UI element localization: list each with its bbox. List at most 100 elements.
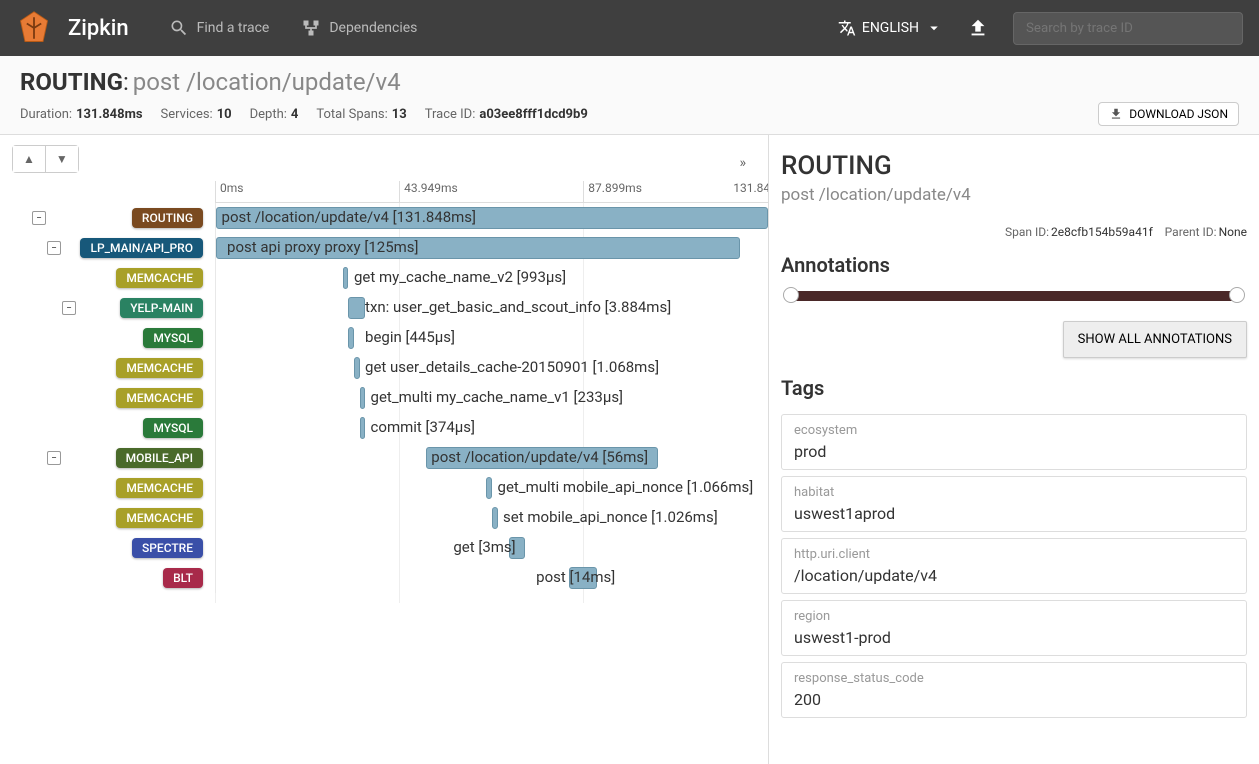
tree-column: − ROUTING − LP_MAIN/API_PRO MEMCACHE − YELP-MA… [10, 181, 215, 593]
nav-find-trace-label: Find a trace [197, 20, 270, 36]
span-ids: Span ID:2e8cfb154b59a41f Parent ID:None [781, 225, 1247, 239]
tree-row[interactable]: BLT [10, 563, 215, 593]
annotation-timeline[interactable] [791, 291, 1237, 301]
tag-value: uswest1aprod [794, 504, 1234, 523]
span-bar-label: commit [374µs] [371, 418, 475, 436]
brand-name: Zipkin [68, 16, 129, 41]
tree-row[interactable]: − MOBILE_API [10, 443, 215, 473]
span-bar-row[interactable]: post /location/update/v4 [131.848ms] [215, 203, 768, 233]
span-bar-row[interactable]: post api proxy proxy [125ms] [215, 233, 768, 263]
translate-icon [838, 19, 856, 37]
language-label: ENGLISH [862, 20, 919, 36]
expand-panel-button[interactable]: » [733, 149, 752, 177]
tree-row[interactable]: MEMCACHE [10, 263, 215, 293]
span-bar-row[interactable]: commit [374µs] [215, 413, 768, 443]
dependencies-icon [301, 18, 321, 38]
nav-find-trace[interactable]: Find a trace [169, 18, 270, 38]
service-chip: MYSQL [143, 328, 203, 348]
collapse-all-button[interactable]: ▲ [13, 146, 46, 172]
tag-item: habitat uswest1aprod [781, 476, 1247, 532]
tree-row[interactable]: MEMCACHE [10, 503, 215, 533]
service-chip: ROUTING [132, 208, 203, 228]
tags-heading: Tags [781, 376, 1247, 400]
tree-row[interactable]: − YELP-MAIN [10, 293, 215, 323]
tree-row[interactable]: − ROUTING [10, 203, 215, 233]
span-bar[interactable] [348, 297, 365, 319]
search-icon [169, 18, 189, 38]
download-json-button[interactable]: DOWNLOAD JSON [1098, 102, 1239, 126]
annotation-end-dot[interactable] [1229, 287, 1245, 303]
service-chip: MEMCACHE [116, 268, 203, 288]
nav-dependencies-label: Dependencies [329, 20, 417, 36]
span-bar-row[interactable]: get my_cache_name_v2 [993µs] [215, 263, 768, 293]
chart-column: 0ms 43.949ms 87.899ms 131.848ms post /lo… [215, 181, 768, 593]
tag-value: uswest1-prod [794, 628, 1234, 647]
tree-row[interactable]: MYSQL [10, 413, 215, 443]
nav-dependencies[interactable]: Dependencies [301, 18, 417, 38]
span-bar-label: get_multi my_cache_name_v1 [233µs] [371, 388, 624, 406]
search-input[interactable] [1013, 12, 1243, 45]
tree-row[interactable]: MEMCACHE [10, 473, 215, 503]
trace-service: ROUTING [20, 68, 123, 96]
app-header: Zipkin Find a trace Dependencies ENGLISH [0, 0, 1259, 56]
annotations-heading: Annotations [781, 253, 1247, 277]
tree-row[interactable]: SPECTRE [10, 533, 215, 563]
span-bar-label: get my_cache_name_v2 [993µs] [354, 268, 566, 286]
tree-toggle[interactable]: − [47, 241, 61, 255]
tag-key: http.uri.client [794, 547, 1234, 562]
tree-row[interactable]: MEMCACHE [10, 383, 215, 413]
language-selector[interactable]: ENGLISH [838, 19, 943, 37]
span-bar-row[interactable]: get_multi mobile_api_nonce [1.066ms] [215, 473, 768, 503]
service-chip: SPECTRE [132, 538, 203, 558]
service-chip: LP_MAIN/API_PRO [80, 238, 203, 258]
tags-list: ecosystemprodhabitatuswest1aprodhttp.uri… [781, 414, 1247, 718]
tag-value: /location/update/v4 [794, 566, 1234, 585]
span-bar-row[interactable]: txn: user_get_basic_and_scout_info [3.88… [215, 293, 768, 323]
span-bar-row[interactable]: post [14ms] [215, 563, 768, 593]
span-bar-row[interactable]: set mobile_api_nonce [1.026ms] [215, 503, 768, 533]
span-bar[interactable] [354, 357, 360, 379]
tag-value: 200 [794, 690, 1234, 709]
span-bar-label: get [3ms] [453, 538, 515, 556]
expand-all-button[interactable]: ▼ [46, 146, 78, 172]
service-chip: MEMCACHE [116, 358, 203, 378]
trace-meta: Duration:131.848ms Services:10 Depth:4 T… [20, 102, 1239, 126]
tree-row[interactable]: − LP_MAIN/API_PRO [10, 233, 215, 263]
upload-icon[interactable] [967, 17, 989, 39]
trace-span-name: post /location/update/v4 [133, 68, 401, 96]
tree-toggle[interactable]: − [62, 301, 76, 315]
span-bar[interactable] [360, 387, 366, 409]
span-bar-row[interactable]: get user_details_cache-20150901 [1.068ms… [215, 353, 768, 383]
download-icon [1109, 107, 1123, 121]
tag-item: region uswest1-prod [781, 600, 1247, 656]
annotation-start-dot[interactable] [783, 287, 799, 303]
tree-toggle[interactable]: − [32, 211, 46, 225]
chevron-down-icon [925, 19, 943, 37]
tag-item: response_status_code 200 [781, 662, 1247, 718]
span-bar-row[interactable]: get_multi my_cache_name_v1 [233µs] [215, 383, 768, 413]
span-bar-label: post [14ms] [536, 568, 615, 586]
tree-row[interactable]: MYSQL [10, 323, 215, 353]
tree-toggle[interactable]: − [47, 451, 61, 465]
span-bar-row[interactable]: get [3ms] [215, 533, 768, 563]
span-bar[interactable] [492, 507, 498, 529]
trace-title: ROUTING: post /location/update/v4 [20, 68, 1239, 96]
span-bar-label: get_multi mobile_api_nonce [1.066ms] [498, 478, 754, 496]
span-bar[interactable] [486, 477, 492, 499]
service-chip: MEMCACHE [116, 508, 203, 528]
span-bar-label: post /location/update/v4 [56ms] [431, 448, 648, 466]
span-bar-label: set mobile_api_nonce [1.026ms] [503, 508, 718, 526]
tag-key: habitat [794, 485, 1234, 500]
tag-key: response_status_code [794, 671, 1234, 686]
span-bar-row[interactable]: begin [445µs] [215, 323, 768, 353]
span-bar-row[interactable]: post /location/update/v4 [56ms] [215, 443, 768, 473]
span-bar[interactable] [343, 267, 349, 289]
tag-key: region [794, 609, 1234, 624]
span-bar[interactable] [348, 327, 354, 349]
span-bar[interactable] [360, 417, 366, 439]
service-chip: YELP-MAIN [120, 298, 203, 318]
detail-subtitle: post /location/update/v4 [781, 185, 1247, 205]
show-all-annotations-button[interactable]: SHOW ALL ANNOTATIONS [1063, 321, 1247, 358]
service-chip: MOBILE_API [116, 448, 203, 468]
tree-row[interactable]: MEMCACHE [10, 353, 215, 383]
